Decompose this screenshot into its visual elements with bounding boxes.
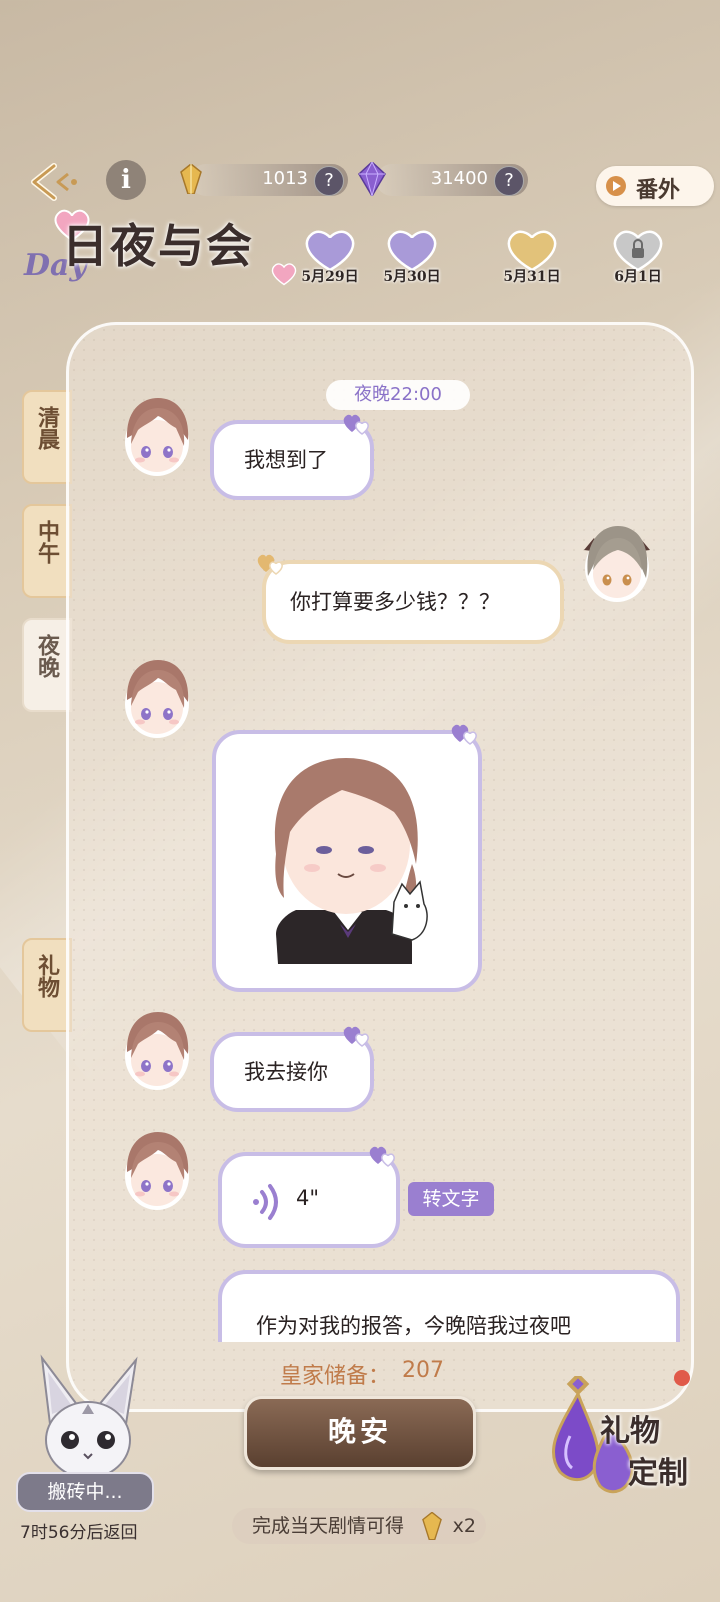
- extra-story-label: 番外: [636, 177, 681, 203]
- sticker-image: [274, 758, 428, 964]
- gold-gem-icon: [180, 164, 202, 194]
- tab-noon-label: 中午: [34, 520, 60, 564]
- tab-gift[interactable]: 礼物: [22, 938, 72, 1032]
- date-item[interactable]: 6月1日: [598, 228, 678, 290]
- extra-story-button[interactable]: 番外: [596, 166, 714, 206]
- message-text: 你打算要多少钱？？？: [290, 590, 500, 614]
- date-label: 6月1日: [614, 269, 662, 285]
- crystal-help-button[interactable]: ?: [494, 166, 524, 196]
- gift-label-line2: 定制: [628, 1456, 688, 1491]
- gift-customize-button[interactable]: 礼物 定制: [540, 1370, 716, 1506]
- tab-morning[interactable]: 清晨: [22, 390, 72, 484]
- royal-reserve-value: 207: [402, 1358, 444, 1383]
- gold-gem-icon: [422, 1512, 442, 1540]
- him-avatar[interactable]: [118, 1008, 196, 1094]
- voice-duration: 4": [296, 1186, 320, 1210]
- him-avatar[interactable]: [118, 1128, 196, 1214]
- convert-to-text-button[interactable]: 转文字: [408, 1182, 494, 1216]
- date-item[interactable]: 5月30日: [372, 228, 452, 290]
- date-label: 5月29日: [301, 269, 359, 285]
- tab-morning-label: 清晨: [34, 406, 60, 450]
- message-clip: 作为对我的报答，今晚陪我过夜吧: [218, 1270, 680, 1342]
- crystal-icon: [358, 162, 386, 196]
- tab-night-label: 夜晚: [34, 634, 60, 678]
- my-avatar[interactable]: [578, 520, 656, 606]
- chat-time-label: 夜晚22:00: [326, 380, 470, 410]
- fox-mascot[interactable]: [28, 1354, 148, 1484]
- tab-noon[interactable]: 中午: [22, 504, 72, 598]
- message-text: 作为对我的报答，今晚陪我过夜吧: [256, 1314, 571, 1338]
- my-message-bubble: 你打算要多少钱？？？: [262, 560, 564, 644]
- goodnight-button[interactable]: 晚安: [244, 1396, 476, 1470]
- gift-label-line1: 礼物: [600, 1414, 660, 1449]
- return-timer: 7时56分后返回: [20, 1523, 138, 1543]
- crystal-count: 31400: [430, 168, 488, 189]
- message-text: 我想到了: [244, 448, 328, 472]
- date-item[interactable]: 5月31日: [492, 228, 572, 290]
- sticker-bubble[interactable]: [212, 730, 482, 992]
- reward-count: x2: [452, 1515, 476, 1537]
- heart-decoration-icon: [369, 1145, 395, 1167]
- heart-decoration-icon: [451, 723, 477, 745]
- message-bubble: 作为对我的报答，今晚陪我过夜吧: [218, 1270, 680, 1342]
- logo-title: 日夜与会: [62, 219, 254, 273]
- voice-wave-icon: [253, 1184, 278, 1220]
- heart-decoration-icon: [343, 413, 369, 435]
- working-status-badge[interactable]: 搬砖中...: [16, 1472, 154, 1512]
- day-night-logo: Day 日夜与会: [24, 198, 314, 308]
- notification-dot: [674, 1370, 690, 1386]
- gold-help-button[interactable]: ?: [314, 166, 344, 196]
- tab-night[interactable]: 夜晚: [22, 618, 72, 712]
- gold-count: 1013: [262, 168, 308, 189]
- tab-gift-label: 礼物: [34, 954, 60, 998]
- completion-reward-hint: 完成当天剧情可得 x2: [232, 1508, 486, 1544]
- him-avatar[interactable]: [118, 394, 196, 480]
- play-icon: [606, 176, 626, 196]
- heart-decoration-icon: [343, 1025, 369, 1047]
- date-label: 5月31日: [503, 269, 561, 285]
- crystal-currency: 31400 ?: [376, 164, 528, 196]
- him-avatar[interactable]: [118, 656, 196, 742]
- info-button[interactable]: i: [106, 160, 146, 200]
- date-label: 5月30日: [383, 269, 441, 285]
- gold-currency: 1013 ?: [190, 164, 348, 196]
- date-item[interactable]: 5月29日: [290, 228, 370, 290]
- heart-decoration-icon: [257, 553, 283, 575]
- message-text: 我去接你: [244, 1060, 328, 1084]
- royal-reserve-label: 皇家储备：: [280, 1364, 391, 1389]
- completion-text: 完成当天剧情可得: [252, 1515, 405, 1537]
